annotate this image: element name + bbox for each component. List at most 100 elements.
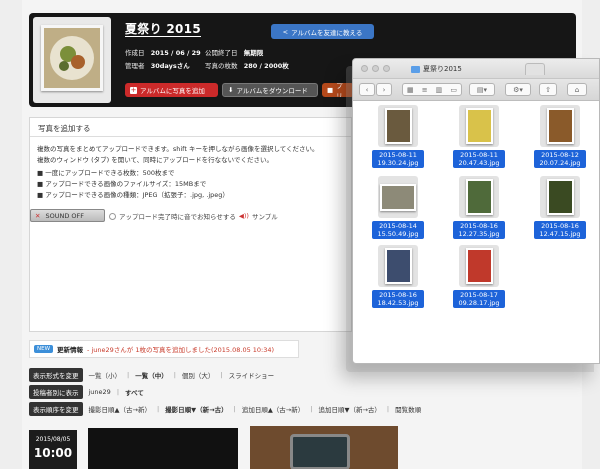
plus-icon: + — [130, 85, 137, 94]
file-name-line: 2015-08-16 — [379, 291, 417, 299]
add-photos-title: 写真を追加する — [30, 118, 351, 137]
album-title[interactable]: 夏祭り 2015 — [125, 22, 201, 37]
album-admin: 管理者 30daysさん — [125, 62, 190, 71]
sound-toggle-button[interactable]: ✕ SOUND OFF — [30, 209, 105, 222]
file-name-line: 20.47.43.jpg — [458, 159, 500, 167]
file-item[interactable]: 2015-08-12 20.07.24.jpg — [529, 105, 591, 168]
print-button[interactable]: ■ プリ — [322, 83, 354, 97]
file-name: 2015-08-16 18.42.53.jpg — [372, 290, 424, 308]
file-item[interactable]: 2015-08-16 12.47.15.jpg — [529, 176, 591, 239]
arrange-icon[interactable]: ▤▾ — [469, 83, 495, 96]
file-name: 2015-08-17 09.28.17.jpg — [453, 290, 505, 308]
file-item[interactable]: 2015-08-11 20.47.43.jpg — [448, 105, 510, 168]
view-mode-group[interactable]: ▦ ≡ ▥ ▭ — [402, 83, 462, 96]
photo-thumbnail-image — [546, 108, 574, 144]
minimize-window-button[interactable] — [372, 65, 379, 72]
album-cover[interactable] — [33, 17, 111, 103]
file-item[interactable]: 2015-08-16 12.27.35.jpg — [448, 176, 510, 239]
sample-link[interactable]: サンプル — [252, 211, 278, 221]
forward-icon[interactable]: › — [376, 83, 392, 96]
list-view-icon[interactable]: ≡ — [422, 86, 428, 94]
display-option-small[interactable]: 一覧（小） — [89, 370, 122, 380]
end-label: 公開終了日 — [205, 49, 238, 57]
display-option-medium[interactable]: 一覧（中） — [135, 370, 168, 380]
photo-thumbnail-image — [465, 248, 493, 284]
end-value: 無期限 — [243, 49, 264, 57]
display-format-row: 表示形式を変更 一覧（小） | 一覧（中） | 個別（大） | スライドショー — [29, 368, 274, 382]
photo-thumbnail-image — [465, 108, 493, 144]
contributor-all[interactable]: すべて — [125, 387, 144, 397]
file-name: 2015-08-16 12.27.35.jpg — [453, 221, 505, 239]
file-name-line: 15.50.49.jpg — [377, 230, 419, 238]
sort-views[interactable]: 閲覧数順 — [395, 404, 421, 414]
photo-thumbnail-image — [546, 179, 574, 215]
file-thumbnail — [378, 245, 418, 287]
print-icon: ■ — [327, 86, 334, 94]
created-value: 2015 / 06 / 29 — [150, 49, 201, 57]
file-item[interactable]: 2015-08-14 15.50.49.jpg — [367, 176, 429, 239]
tag-icon[interactable]: ⌂ — [567, 83, 587, 96]
sort-shot-asc[interactable]: 撮影日順▲（古→新） — [89, 404, 151, 414]
admin-value: 30daysさん — [150, 62, 190, 70]
instruction-line: 複数の写真をまとめてアップロードできます。shift キーを押しながら画像を選択… — [37, 145, 319, 153]
separator: | — [127, 371, 130, 379]
news-text[interactable]: - june29さんが 1枚の写真を追加しました(2015.08.05 10:3… — [87, 344, 274, 354]
file-name-line: 2015-08-17 — [460, 291, 498, 299]
file-thumbnail — [459, 176, 499, 218]
admin-label: 管理者 — [125, 62, 145, 70]
sort-added-desc[interactable]: 追加日順▼（新→古） — [318, 404, 380, 414]
file-name-line: 2015-08-12 — [541, 151, 579, 159]
file-name: 2015-08-14 15.50.49.jpg — [372, 221, 424, 239]
back-icon[interactable]: ‹ — [359, 83, 375, 96]
file-thumbnail — [378, 105, 418, 147]
close-window-button[interactable] — [361, 65, 368, 72]
file-name-line: 2015-08-16 — [460, 222, 498, 230]
file-thumbnail — [540, 176, 580, 218]
sound-notify-radio[interactable] — [109, 212, 116, 220]
finder-toolbar: ‹ › ▦ ≡ ▥ ▭ ▤▾ ⚙▾ ⇧ ⌂ — [353, 79, 599, 101]
sort-order-label: 表示順序を変更 — [29, 402, 83, 416]
album-created: 作成日 2015 / 06 / 29 — [125, 49, 201, 58]
photo-thumbnail-image — [380, 183, 416, 211]
file-thumbnail — [459, 105, 499, 147]
display-option-slideshow[interactable]: スライドショー — [229, 370, 275, 380]
cover-flow-icon[interactable]: ▭ — [450, 86, 457, 94]
finder-window[interactable]: 夏祭り2015 ‹ › ▦ ≡ ▥ ▭ ▤▾ ⚙▾ ⇧ ⌂ 2015-08-11… — [352, 58, 600, 364]
cover-photo-image — [44, 28, 100, 88]
download-album-button-label: アルバムをダウンロード — [236, 87, 308, 95]
icon-view-icon[interactable]: ▦ — [407, 86, 414, 94]
download-album-button[interactable]: ⬇ アルバムをダウンロード — [222, 83, 318, 97]
contributor-row: 投稿者別に表示 june29 | すべて — [29, 385, 144, 399]
sound-notify-option[interactable]: アップロード完了時に音でお知らせする ◀)) サンプル — [109, 211, 278, 221]
add-photos-button-label: アルバムに写真を追加 — [140, 87, 205, 95]
file-name: 2015-08-11 20.47.43.jpg — [453, 150, 505, 168]
file-name-line: 12.27.35.jpg — [458, 230, 500, 238]
photo-thumbnail[interactable] — [88, 428, 238, 469]
display-option-large[interactable]: 個別（大） — [182, 370, 215, 380]
share-icon[interactable]: ⇧ — [539, 83, 557, 96]
file-thumbnail — [540, 105, 580, 147]
photos-value: 280 / 2000枚 — [243, 62, 289, 70]
action-gear-icon[interactable]: ⚙▾ — [505, 83, 531, 96]
zoom-window-button[interactable] — [383, 65, 390, 72]
finder-titlebar[interactable]: 夏祭り2015 — [353, 59, 599, 79]
contributor-june29[interactable]: june29 — [89, 388, 111, 396]
photo-thumbnail[interactable] — [250, 426, 398, 469]
file-thumbnail — [378, 176, 418, 218]
file-item[interactable]: 2015-08-11 19.30.24.jpg — [367, 105, 429, 168]
separator: | — [156, 405, 160, 413]
column-view-icon[interactable]: ▥ — [436, 86, 443, 94]
add-photos-button[interactable]: + アルバムに写真を追加 — [125, 83, 218, 97]
folder-icon — [411, 65, 420, 73]
share-album-button[interactable]: < アルバムを友達に教える — [271, 24, 374, 39]
tab-add-icon[interactable] — [525, 63, 545, 75]
file-item[interactable]: 2015-08-17 09.28.17.jpg — [448, 245, 510, 308]
file-name-line: 20.07.24.jpg — [539, 159, 581, 167]
file-name: 2015-08-11 19.30.24.jpg — [372, 150, 424, 168]
finder-title: 夏祭り2015 — [411, 64, 462, 74]
sort-added-asc[interactable]: 追加日順▲（古→新） — [242, 404, 304, 414]
sort-shot-desc[interactable]: 撮影日順▼（新→古） — [165, 404, 227, 414]
photo-time: 10:00 — [33, 446, 73, 460]
screen: 夏祭り 2015 < アルバムを友達に教える 作成日 2015 / 06 / 2… — [0, 0, 600, 469]
file-item[interactable]: 2015-08-16 18.42.53.jpg — [367, 245, 429, 308]
